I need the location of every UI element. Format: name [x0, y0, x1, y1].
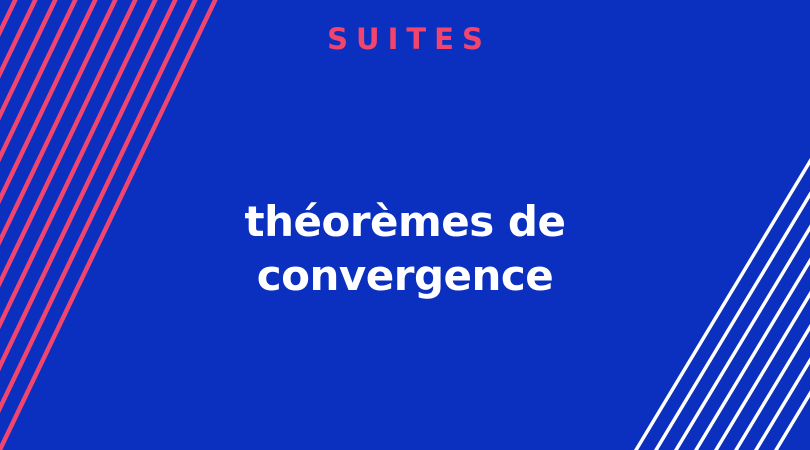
category-label: SUITES: [327, 22, 491, 56]
title-line-2: convergence: [256, 251, 554, 300]
title-line-1: théorèmes de: [244, 197, 566, 246]
banner: SUITES théorèmes de convergence: [0, 0, 810, 450]
page-title: théorèmes de convergence: [0, 195, 810, 303]
